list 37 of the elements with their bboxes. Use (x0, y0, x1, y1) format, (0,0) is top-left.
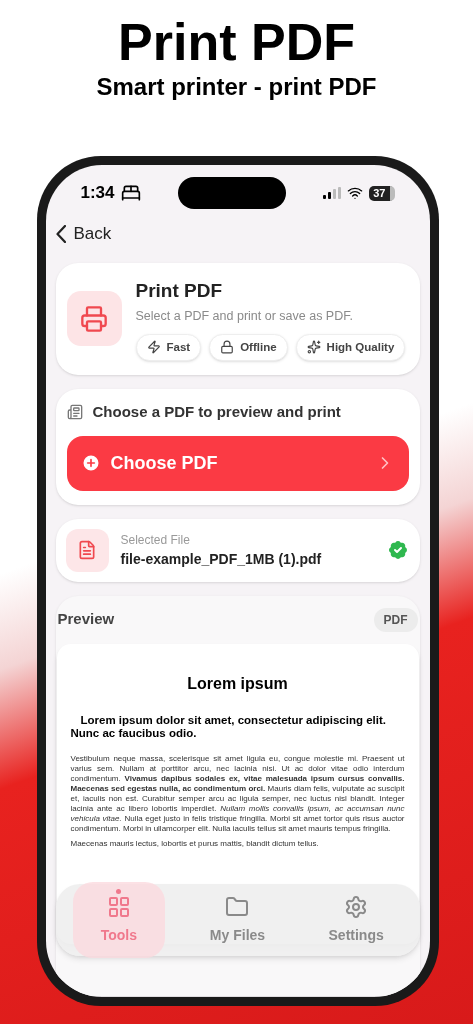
bed-icon (120, 183, 141, 203)
add-icon (80, 453, 101, 473)
choose-heading: Choose a PDF to preview and print (92, 402, 341, 422)
choose-pdf-button[interactable]: Choose PDF (66, 435, 409, 491)
back-button[interactable]: Back (55, 221, 112, 247)
pdf-badge: PDF (373, 607, 418, 632)
document-paragraph: Maecenas mauris lectus, lobortis et purus mattis, blandit dictum tellus. (70, 838, 320, 849)
feature-tag: High Quality (295, 333, 406, 361)
bolt-icon (146, 340, 161, 355)
promo-subtitle: Smart printer - print PDF (96, 72, 377, 102)
battery-icon: 37 (369, 185, 395, 201)
lock-icon (220, 340, 235, 355)
preview-title: Preview (57, 609, 115, 630)
tab-item[interactable]: Tools (72, 882, 165, 958)
grid-icon (106, 894, 131, 919)
tab-item[interactable]: My Files (191, 882, 284, 958)
file-name: file-example_PDF_1MB (1).pdf (120, 549, 323, 569)
feature-tag: Fast (135, 333, 202, 361)
feature-tag: Offline (209, 333, 288, 361)
signal-icon (323, 187, 342, 199)
file-label: Selected File (120, 531, 191, 549)
wifi-icon (347, 185, 364, 201)
folder-icon (225, 894, 250, 919)
card-description: Select a PDF and print or save as PDF. (135, 308, 354, 325)
back-icon (55, 224, 66, 243)
document-heading: Lorem ipsum (186, 673, 289, 694)
sparkle-icon (306, 340, 321, 355)
promo-title: Print PDF (118, 12, 355, 73)
tab-item[interactable]: Settings (310, 882, 403, 958)
status-time: 1:34 (80, 182, 115, 205)
settings-icon (344, 894, 369, 919)
card-title: Print PDF (135, 278, 224, 303)
document-icon (66, 404, 83, 421)
document-paragraph: Vestibulum neque massa, scelerisque sit amet ligula eu, congue molestie mi. Praesent ut varius sem. Nullam at porttitor arcu, nec lacinia nisi. Ut ac dolor vitae odio interdum condimentum. Vivamus dapibus sodales ex, vitae malesuada ipsum cursus convallis. Maecenas sed egestas nulla, ac condimentum orci. Mauris diam felis, vulputate ac suscipit et, iaculis non est. Curabitur semper arcu ac ligula semper, nec luctus nisl blandit. Integer lacinia ante ac libero lobortis imperdiet. Nullam mollis convallis ipsum, ac accumsan nunc vehicula vitae. Nulla eget justo in felis tristique fringilla. Morbi sit amet tortor quis risus auctor condimentum. Morbi in ullamcorper elit. Nulla iaculis tellus sit amet mauris tempus fringilla. (70, 753, 405, 834)
document-subheading: Lorem ipsum dolor sit amet, consectetur adipiscing elit. Nunc ac faucibus odio. (70, 713, 387, 740)
file-icon (77, 540, 97, 560)
printer-icon (80, 304, 108, 333)
